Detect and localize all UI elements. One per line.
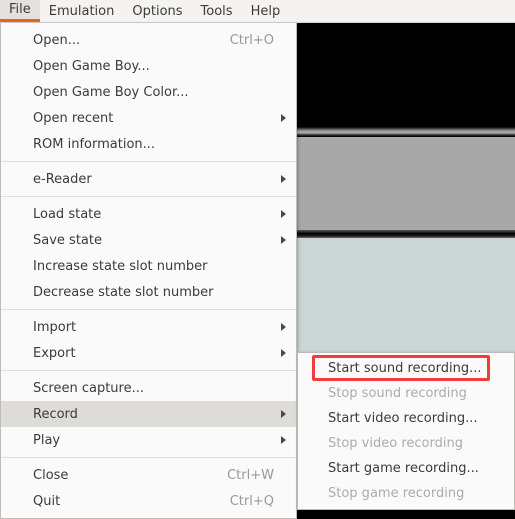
menubar-item-help-label: Help xyxy=(250,3,281,19)
menubar-item-file-label: File xyxy=(9,2,31,17)
menu-item-label: Close xyxy=(33,467,69,483)
menubar-item-options-label: Options xyxy=(132,3,183,19)
menu-item-label: Play xyxy=(33,432,61,448)
menu-item-save-state[interactable]: Save state xyxy=(1,227,296,253)
submenu-item-label: Start video recording... xyxy=(328,411,478,426)
menu-item-decrease-state-slot-number[interactable]: Decrease state slot number xyxy=(1,279,296,305)
menu-item-label: Import xyxy=(33,319,77,335)
file-dropdown-menu: Open... Ctrl+O Open Game Boy... Open Game B… xyxy=(0,23,297,519)
menu-item-close[interactable]: Close Ctrl+W xyxy=(1,462,296,488)
menu-item-open-game-boy-color[interactable]: Open Game Boy Color... xyxy=(1,79,296,105)
chevron-right-icon xyxy=(281,349,286,357)
submenu-item-start-sound-recording[interactable]: Start sound recording... xyxy=(298,356,514,381)
menu-item-shortcut: Ctrl+O xyxy=(229,32,274,48)
submenu-item-start-game-recording[interactable]: Start game recording... xyxy=(298,456,514,481)
menubar-item-emulation-label: Emulation xyxy=(48,3,115,19)
submenu-item-label: Start game recording... xyxy=(328,461,479,476)
submenu-item-stop-game-recording: Stop game recording xyxy=(298,481,514,506)
menubar-item-tools-label: Tools xyxy=(200,3,233,19)
record-submenu: Start sound recording... Stop sound recor… xyxy=(297,352,515,510)
menu-item-open-recent[interactable]: Open recent xyxy=(1,105,296,131)
menu-separator xyxy=(1,370,296,371)
menu-item-quit[interactable]: Quit Ctrl+Q xyxy=(1,488,296,514)
submenu-item-label: Stop video recording xyxy=(328,436,463,451)
menu-item-shortcut: Ctrl+Q xyxy=(229,493,274,509)
menu-item-label: Open Game Boy... xyxy=(33,58,150,74)
menu-item-label: Increase state slot number xyxy=(33,258,208,274)
menu-item-e-reader[interactable]: e-Reader xyxy=(1,166,296,192)
menu-item-label: Open recent xyxy=(33,110,114,126)
menubar-item-tools[interactable]: Tools xyxy=(192,0,242,22)
submenu-item-stop-sound-recording: Stop sound recording xyxy=(298,381,514,406)
menu-separator xyxy=(1,457,296,458)
submenu-item-start-video-recording[interactable]: Start video recording... xyxy=(298,406,514,431)
chevron-right-icon xyxy=(281,436,286,444)
menu-item-screen-capture[interactable]: Screen capture... xyxy=(1,375,296,401)
menu-separator xyxy=(1,196,296,197)
menu-separator xyxy=(1,309,296,310)
menu-item-label: Save state xyxy=(33,232,102,248)
menubar-item-emulation[interactable]: Emulation xyxy=(40,0,124,22)
submenu-item-label: Stop sound recording xyxy=(328,386,467,401)
menu-item-load-state[interactable]: Load state xyxy=(1,201,296,227)
submenu-item-label: Start sound recording... xyxy=(328,361,482,376)
menu-item-play[interactable]: Play xyxy=(1,427,296,453)
menu-item-label: Open... xyxy=(33,32,81,48)
menu-item-label: Load state xyxy=(33,206,102,222)
menu-item-open[interactable]: Open... Ctrl+O xyxy=(1,27,296,53)
menu-item-import[interactable]: Import xyxy=(1,314,296,340)
menubar-item-options[interactable]: Options xyxy=(123,0,191,22)
menu-item-rom-information[interactable]: ROM information... xyxy=(1,131,296,157)
chevron-right-icon xyxy=(281,323,286,331)
menu-separator xyxy=(1,161,296,162)
menu-item-label: Export xyxy=(33,345,76,361)
menu-item-record[interactable]: Record xyxy=(1,401,296,427)
menubar-item-file[interactable]: File xyxy=(0,0,40,22)
menu-item-label: Quit xyxy=(33,493,61,509)
menu-item-open-game-boy[interactable]: Open Game Boy... xyxy=(1,53,296,79)
menu-item-increase-state-slot-number[interactable]: Increase state slot number xyxy=(1,253,296,279)
menu-item-label: Decrease state slot number xyxy=(33,284,214,300)
menu-item-label: Record xyxy=(33,406,78,422)
menu-item-label: ROM information... xyxy=(33,136,156,152)
chevron-right-icon xyxy=(281,210,286,218)
menu-item-label: Open Game Boy Color... xyxy=(33,84,189,100)
menu-item-shortcut: Ctrl+W xyxy=(227,467,274,483)
submenu-item-label: Stop game recording xyxy=(328,486,465,501)
chevron-right-icon xyxy=(281,175,286,183)
menubar-item-help[interactable]: Help xyxy=(242,0,290,22)
chevron-right-icon xyxy=(281,410,286,418)
menu-item-label: e-Reader xyxy=(33,171,92,187)
chevron-right-icon xyxy=(281,114,286,122)
menubar: File Emulation Options Tools Help xyxy=(0,0,515,23)
menu-item-label: Screen capture... xyxy=(33,380,144,396)
chevron-right-icon xyxy=(281,236,286,244)
submenu-item-stop-video-recording: Stop video recording xyxy=(298,431,514,456)
menu-item-export[interactable]: Export xyxy=(1,340,296,366)
